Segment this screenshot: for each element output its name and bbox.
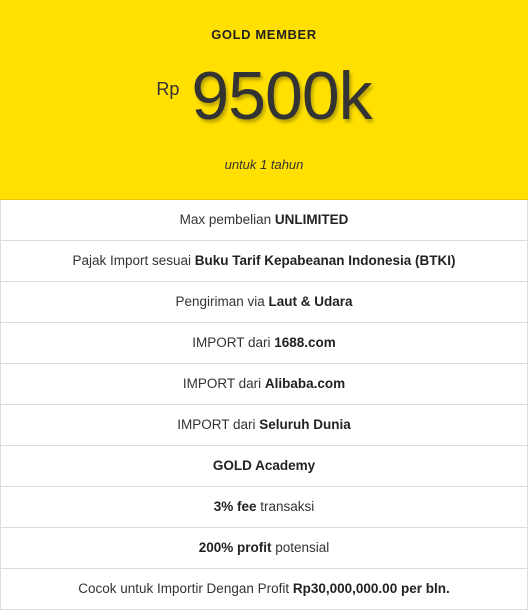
feature-item-import-worldwide: IMPORT dari Seluruh Dunia xyxy=(1,405,527,446)
plan-price: Rp 9500k xyxy=(0,58,528,134)
pricing-header: GOLD MEMBER Rp 9500k untuk 1 tahun xyxy=(0,0,528,200)
feature-item-shipping: Pengiriman via Laut & Udara xyxy=(1,282,527,323)
price-currency: Rp xyxy=(156,79,180,99)
plan-period: untuk 1 tahun xyxy=(224,157,304,172)
price-amount: 9500k xyxy=(191,58,372,134)
feature-item-max-purchase: Max pembelian UNLIMITED xyxy=(1,200,527,241)
feature-item-academy: GOLD Academy xyxy=(1,446,527,487)
feature-item-profit: 200% profit potensial xyxy=(1,528,527,569)
feature-item-target-importer: Cocok untuk Importir Dengan Profit Rp30,… xyxy=(1,569,527,610)
plan-tier-title: GOLD MEMBER xyxy=(211,27,317,42)
feature-list: Max pembelian UNLIMITED Pajak Import ses… xyxy=(0,200,528,610)
feature-item-fee: 3% fee transaksi xyxy=(1,487,527,528)
feature-item-import-tax: Pajak Import sesuai Buku Tarif Kepabeana… xyxy=(1,241,527,282)
feature-item-import-alibaba: IMPORT dari Alibaba.com xyxy=(1,364,527,405)
pricing-card: GOLD MEMBER Rp 9500k untuk 1 tahun Max p… xyxy=(0,0,528,612)
feature-item-import-1688: IMPORT dari 1688.com xyxy=(1,323,527,364)
